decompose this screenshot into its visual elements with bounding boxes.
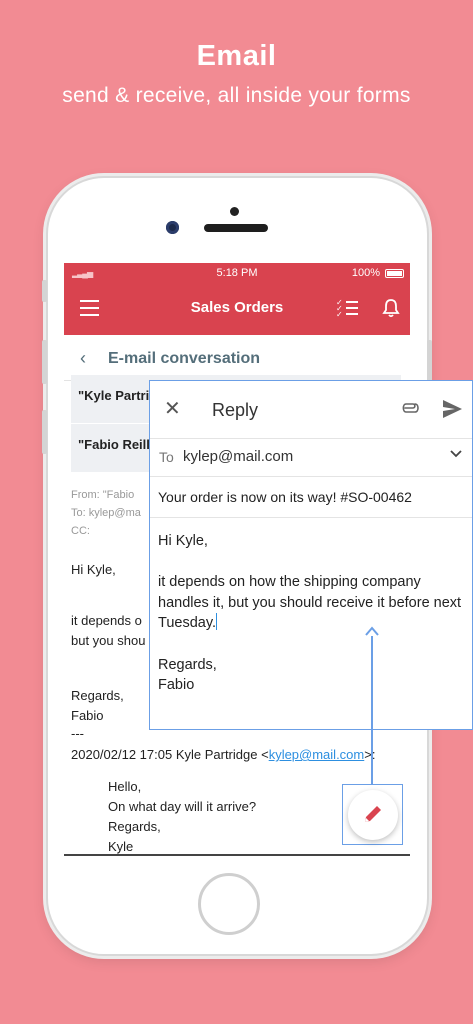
screen-divider [64, 854, 410, 856]
checklist-icon[interactable]: ✓ ✓ ✓ [336, 299, 358, 319]
reply-to-row[interactable]: To kylep@mail.com [150, 438, 472, 476]
mail-body-line: it depends o [71, 613, 142, 628]
mail-signoff-line: Regards, [71, 688, 124, 703]
attachment-icon[interactable] [402, 401, 420, 415]
mail-separator: --- [71, 726, 84, 741]
quote-header-suffix: >: [364, 747, 376, 762]
sensor-icon [230, 207, 239, 216]
quoted-line: Regards, [108, 819, 161, 834]
bell-icon[interactable] [382, 298, 400, 318]
reply-header: ✕ Reply [150, 381, 472, 438]
mail-from: From: "Fabio [71, 489, 135, 501]
text-cursor [216, 613, 218, 631]
app-title: Sales Orders [190, 299, 284, 316]
close-icon[interactable]: ✕ [164, 396, 181, 421]
app-bar: Sales Orders ✓ ✓ ✓ [64, 283, 410, 335]
pencil-icon [365, 806, 381, 822]
mail-body-line: but you shou [71, 633, 146, 648]
status-bar: ▂▃▄▅ 5:18 PM 100% [64, 263, 410, 283]
quote-email-link[interactable]: kylep@mail.com [269, 747, 365, 762]
mail-cc: CC: [71, 525, 90, 537]
reply-compose-panel: ✕ Reply To kylep@mail.com Your order is … [149, 380, 473, 730]
compose-button[interactable] [348, 790, 398, 840]
volume-down-button [42, 410, 47, 454]
quote-header-prefix: 2020/02/12 17:05 Kyle Partridge < [71, 747, 269, 762]
mail-to: To: kylep@ma [71, 507, 141, 519]
quoted-line: Kyle [108, 839, 134, 854]
reply-body-field[interactable]: Hi Kyle, it depends on how the shipping … [158, 531, 468, 696]
volume-up-button [42, 280, 47, 302]
send-icon[interactable] [442, 399, 463, 419]
volume-button [42, 340, 47, 384]
speaker-icon [204, 224, 268, 232]
hero-title: Email [196, 40, 277, 72]
reply-closing-text: Regards, Fabio [158, 656, 217, 694]
reply-title: Reply [212, 400, 259, 420]
to-field[interactable]: kylep@mail.com [183, 448, 293, 465]
camera-icon [166, 221, 179, 234]
battery-percent: 100% [351, 267, 380, 279]
connector-line [371, 636, 373, 785]
mail-greeting: Hi Kyle, [71, 562, 116, 577]
conversation-title: E-mail conversation [108, 350, 261, 367]
chevron-down-icon[interactable] [450, 450, 462, 458]
to-label: To [159, 449, 174, 465]
mail-signoff-line: Fabio [71, 708, 104, 723]
quoted-line: On what day will it arrive? [108, 799, 257, 814]
quote-header: 2020/02/12 17:05 Kyle Partridge <kylep@m… [71, 747, 375, 762]
reply-body-text: Hi Kyle, it depends on how the shipping … [158, 533, 462, 632]
home-button[interactable] [198, 873, 260, 935]
subject-field[interactable]: Your order is now on its way! #SO-00462 [150, 476, 472, 518]
battery-icon [385, 269, 404, 278]
subject-text: Your order is now on its way! #SO-00462 [158, 489, 412, 505]
quoted-line: Hello, [108, 779, 142, 794]
back-arrow-icon[interactable]: ‹ [80, 348, 86, 369]
hero-subtitle: send & receive, all inside your forms [62, 84, 411, 107]
